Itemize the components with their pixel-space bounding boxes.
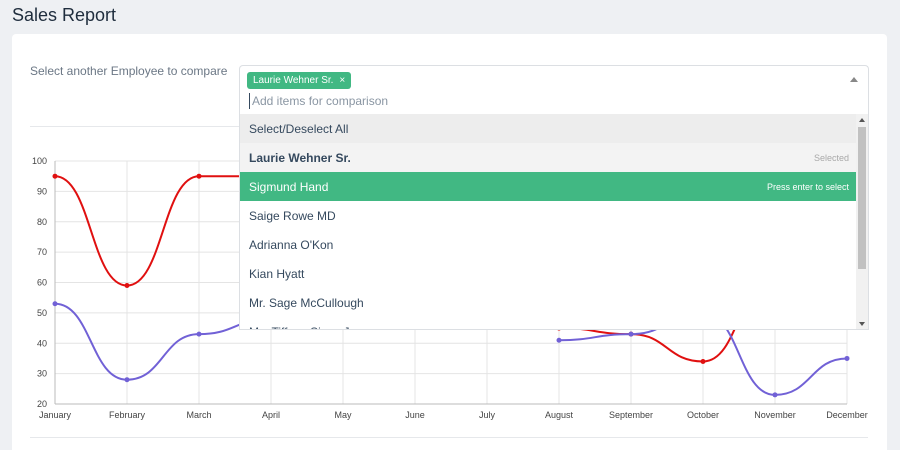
data-point	[700, 358, 706, 364]
scrollbar-thumb[interactable]	[858, 127, 866, 269]
option-item[interactable]: Sigmund Hand Press enter to select	[240, 172, 858, 201]
caret-up-icon[interactable]	[850, 77, 858, 82]
selected-tag: Laurie Wehner Sr. ×	[247, 72, 352, 89]
option-label: Laurie Wehner Sr.	[249, 150, 351, 165]
data-point	[772, 392, 778, 398]
multiselect-tags-area[interactable]: Laurie Wehner Sr. ×	[239, 65, 869, 115]
option-label: Adrianna O'Kon	[249, 237, 334, 252]
select-all-option[interactable]: Select/Deselect All	[240, 114, 858, 143]
x-tick-label: September	[609, 410, 653, 420]
x-tick-label: March	[186, 410, 211, 420]
x-tick-label: August	[545, 410, 574, 420]
option-label: Select/Deselect All	[249, 121, 349, 136]
option-label: Saige Rowe MD	[249, 208, 336, 223]
x-tick-label: June	[405, 410, 425, 420]
data-point	[124, 283, 130, 289]
scroll-down-arrow-icon[interactable]	[859, 322, 865, 326]
y-tick-label: 20	[37, 399, 47, 409]
y-tick-label: 100	[32, 156, 47, 166]
scroll-up-arrow-icon[interactable]	[859, 118, 865, 122]
employee-multiselect[interactable]: Laurie Wehner Sr. × Ms. Tiffany Sipes Jr…	[239, 65, 869, 330]
option-item[interactable]: Mr. Sage McCullough	[240, 288, 858, 317]
option-label: Ms. Tiffany Sipes Jr.	[249, 325, 356, 330]
option-label: Kian Hyatt	[249, 266, 305, 281]
option-item[interactable]: Laurie Wehner Sr. Selected	[240, 143, 858, 172]
x-tick-label: April	[262, 410, 280, 420]
data-point	[52, 173, 58, 179]
data-point	[844, 355, 850, 361]
option-hint: Selected	[813, 152, 849, 163]
data-point	[196, 173, 202, 179]
data-point	[196, 331, 202, 337]
scrollbar[interactable]	[856, 114, 868, 329]
x-tick-label: May	[334, 410, 352, 420]
option-item[interactable]: Saige Rowe MD	[240, 201, 858, 230]
x-tick-label: December	[826, 410, 868, 420]
x-tick-label: November	[754, 410, 796, 420]
y-tick-label: 70	[37, 247, 47, 257]
y-tick-label: 80	[37, 217, 47, 227]
comparison-search-input[interactable]	[249, 93, 849, 109]
y-tick-label: 50	[37, 308, 47, 318]
option-item[interactable]: Adrianna O'Kon	[240, 230, 858, 259]
options-list[interactable]: Ms. Tiffany Sipes Jr. Mr. Sage McCullough…	[239, 114, 869, 330]
x-tick-label: October	[687, 410, 719, 420]
y-tick-label: 90	[37, 186, 47, 196]
option-item[interactable]: Kian Hyatt	[240, 259, 858, 288]
tag-remove-icon[interactable]: ×	[339, 72, 345, 89]
data-point	[628, 331, 634, 337]
y-tick-label: 60	[37, 278, 47, 288]
option-item[interactable]: Ms. Tiffany Sipes Jr.	[240, 317, 858, 330]
y-tick-label: 40	[37, 338, 47, 348]
data-point	[124, 377, 130, 383]
option-hint: Press enter to select	[766, 181, 849, 192]
option-label: Mr. Sage McCullough	[249, 295, 364, 310]
data-point	[52, 301, 58, 307]
option-label: Sigmund Hand	[249, 179, 329, 194]
y-tick-label: 30	[37, 369, 47, 379]
x-tick-label: January	[39, 410, 72, 420]
tag-label: Laurie Wehner Sr.	[253, 75, 334, 86]
x-tick-label: February	[109, 410, 146, 420]
x-tick-label: July	[479, 410, 496, 420]
data-point	[556, 337, 562, 343]
